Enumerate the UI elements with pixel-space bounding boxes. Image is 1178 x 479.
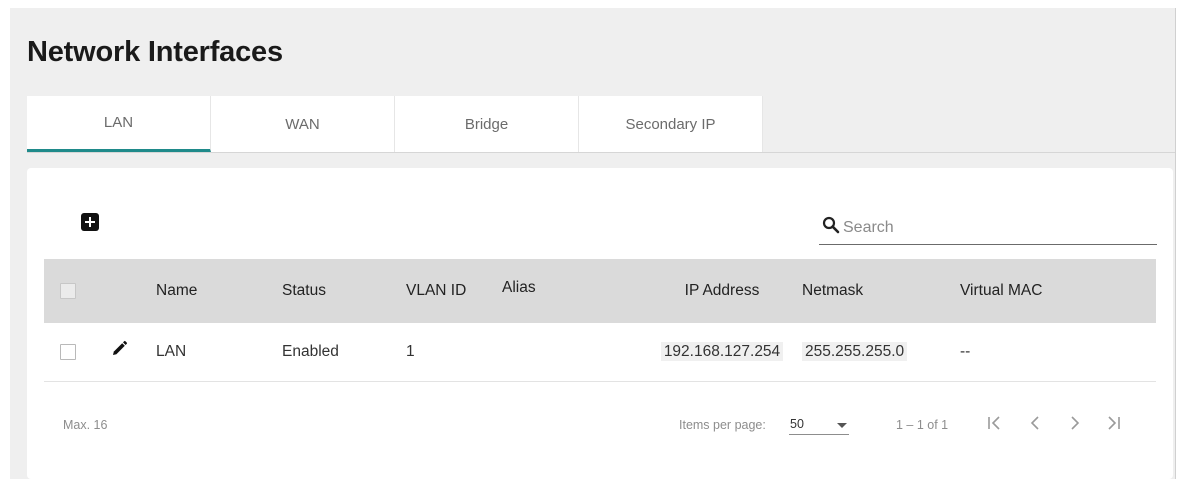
column-header-name[interactable]: Name	[156, 259, 282, 323]
tab-bar: LAN WAN Bridge Secondary IP	[27, 96, 763, 152]
header-edit-spacer	[110, 259, 156, 323]
table-header-row: Name Status VLAN ID Alias IP Address Net…	[44, 259, 1156, 323]
search-icon[interactable]	[822, 216, 840, 239]
table-row: LAN Enabled 1 192.168.127.254 255.255.25…	[44, 323, 1156, 381]
dropdown-arrow-icon	[837, 423, 847, 428]
page-range-label: 1 – 1 of 1	[896, 418, 949, 432]
tabs-divider	[27, 152, 1175, 153]
tab-wan[interactable]: WAN	[211, 96, 395, 152]
search-input[interactable]	[841, 215, 1145, 241]
cell-virtual-mac: --	[960, 342, 971, 360]
column-header-vlan-id[interactable]: VLAN ID	[406, 259, 502, 323]
edit-icon[interactable]	[110, 341, 128, 362]
page-title: Network Interfaces	[27, 36, 283, 68]
table-footer: Max. 16 Items per page: 50 1 – 1 of 1	[44, 390, 1156, 450]
items-per-page-select[interactable]: 50	[789, 412, 849, 435]
cell-name: LAN	[156, 342, 187, 360]
chevron-left-icon	[1030, 416, 1039, 430]
last-page-button[interactable]	[1100, 408, 1126, 438]
plus-box-icon	[85, 217, 95, 227]
search-box	[819, 212, 1157, 245]
tab-lan[interactable]: LAN	[27, 96, 211, 152]
max-entries-label: Max. 16	[63, 418, 108, 432]
cell-status: Enabled	[282, 342, 339, 360]
page-container: Network Interfaces LAN WAN Bridge Second…	[10, 8, 1176, 479]
cell-netmask: 255.255.255.0	[802, 341, 908, 361]
tab-bridge[interactable]: Bridge	[395, 96, 579, 152]
interfaces-table: Name Status VLAN ID Alias IP Address Net…	[44, 259, 1156, 382]
first-page-button[interactable]	[982, 408, 1008, 438]
column-header-netmask[interactable]: Netmask	[802, 259, 960, 323]
column-header-status[interactable]: Status	[282, 259, 406, 323]
column-header-ip-address[interactable]: IP Address	[642, 259, 802, 323]
cell-vlan-id: 1	[406, 342, 415, 360]
cell-alias	[502, 323, 642, 381]
select-all-checkbox[interactable]	[60, 282, 76, 299]
add-button[interactable]	[81, 213, 99, 231]
first-page-icon	[988, 416, 1000, 430]
interfaces-card: Name Status VLAN ID Alias IP Address Net…	[27, 168, 1173, 479]
row-checkbox[interactable]	[60, 343, 76, 360]
last-page-icon	[1108, 416, 1120, 430]
next-page-button[interactable]	[1062, 408, 1088, 438]
column-header-virtual-mac[interactable]: Virtual MAC	[960, 259, 1156, 323]
tab-secondary-ip[interactable]: Secondary IP	[579, 96, 763, 152]
items-per-page-label: Items per page:	[679, 418, 766, 432]
column-header-alias[interactable]: Alias	[502, 259, 642, 323]
cell-ip-address: 192.168.127.254	[660, 341, 784, 361]
previous-page-button[interactable]	[1022, 408, 1048, 438]
items-per-page-value: 50	[790, 417, 804, 431]
chevron-right-icon	[1071, 416, 1080, 430]
